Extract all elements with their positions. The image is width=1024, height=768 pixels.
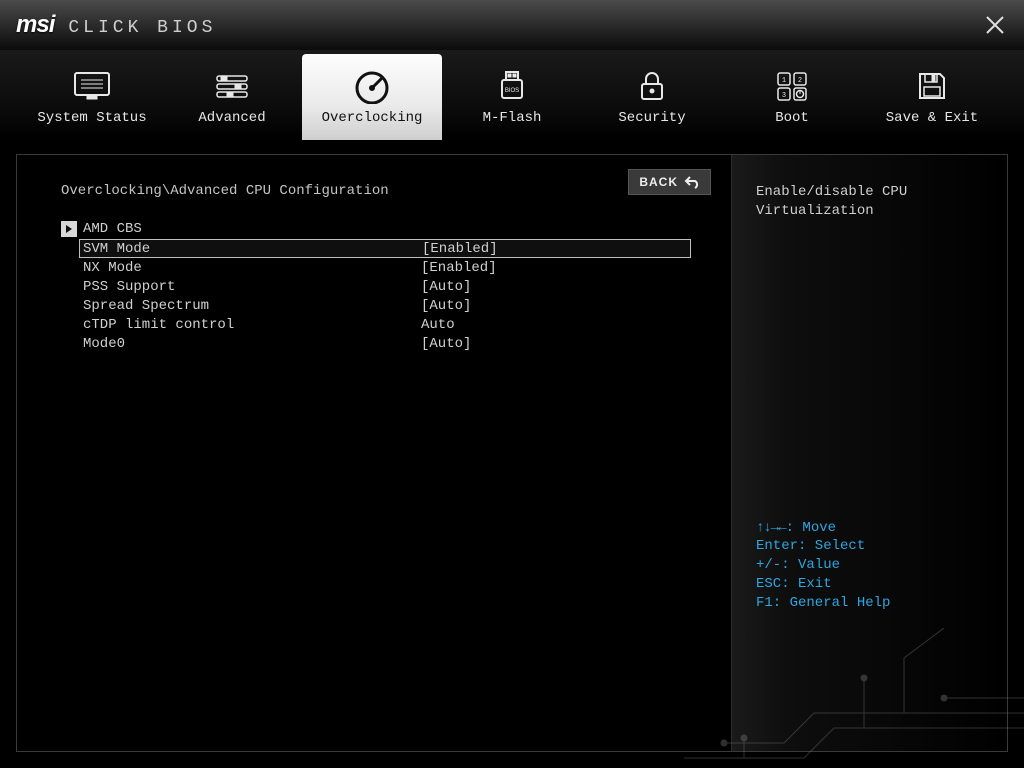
tab-overclocking[interactable]: Overclocking: [302, 54, 442, 140]
setting-name: cTDP limit control: [83, 317, 421, 333]
title-bar: msi CLICK BIOS: [0, 0, 1024, 50]
setting-value: [Auto]: [421, 298, 471, 314]
setting-name: SVM Mode: [83, 241, 422, 257]
tab-m-flash[interactable]: BIOS M-Flash: [442, 54, 582, 140]
sliders-icon: [211, 68, 253, 104]
main-panel: Overclocking\Advanced CPU Configuration …: [16, 154, 1008, 752]
setting-name: PSS Support: [83, 279, 421, 295]
settings-pane: Overclocking\Advanced CPU Configuration …: [17, 155, 731, 751]
arrows-icon: ↑↓→←: [756, 520, 786, 536]
hint-move: ↑↓→←: Move: [756, 519, 983, 538]
setting-value: [Enabled]: [421, 260, 497, 276]
setting-svm-mode[interactable]: SVM Mode [Enabled]: [79, 239, 691, 258]
svg-text:3: 3: [782, 92, 786, 100]
msi-logo: msi: [16, 11, 54, 39]
back-label: BACK: [639, 175, 678, 189]
hint-f1: F1: General Help: [756, 594, 983, 613]
settings-list: AMD CBS SVM Mode [Enabled] NX Mode [Enab…: [61, 221, 691, 353]
setting-name: Spread Spectrum: [83, 298, 421, 314]
tab-label: Save & Exit: [886, 110, 978, 126]
submenu-arrow-icon: [61, 221, 77, 237]
setting-nx-mode[interactable]: NX Mode [Enabled]: [61, 258, 691, 277]
help-line: Enable/disable CPU: [756, 183, 983, 202]
setting-value: Auto: [421, 317, 455, 333]
setting-name: NX Mode: [83, 260, 421, 276]
key-hints: ↑↓→←: Move Enter: Select +/-: Value ESC:…: [756, 519, 983, 613]
setting-pss-support[interactable]: PSS Support [Auto]: [61, 277, 691, 296]
help-line: Virtualization: [756, 202, 983, 221]
submenu-amd-cbs[interactable]: AMD CBS: [61, 221, 691, 237]
tab-boot[interactable]: 1 2 3 Boot: [722, 54, 862, 140]
setting-ctdp-limit-control[interactable]: cTDP limit control Auto: [61, 315, 691, 334]
help-text: Enable/disable CPU Virtualization: [756, 183, 983, 221]
hint-enter: Enter: Select: [756, 537, 983, 556]
setting-value: [Enabled]: [422, 241, 498, 257]
setting-value: [Auto]: [421, 336, 471, 352]
tab-label: M-Flash: [483, 110, 542, 126]
main-nav: System Status Advanced Overclocking BIOS…: [0, 50, 1024, 140]
tab-label: Boot: [775, 110, 809, 126]
hint-value: +/-: Value: [756, 556, 983, 575]
setting-name: Mode0: [83, 336, 421, 352]
monitor-list-icon: [71, 68, 113, 104]
tab-label: Security: [618, 110, 685, 126]
hint-esc: ESC: Exit: [756, 575, 983, 594]
back-button[interactable]: BACK: [628, 169, 711, 195]
usb-bios-icon: BIOS: [491, 68, 533, 104]
undo-arrow-icon: [684, 175, 700, 189]
tab-system-status[interactable]: System Status: [22, 54, 162, 140]
tab-advanced[interactable]: Advanced: [162, 54, 302, 140]
tab-save-exit[interactable]: Save & Exit: [862, 54, 1002, 140]
tab-label: System Status: [37, 110, 146, 126]
svg-text:1: 1: [782, 77, 786, 85]
floppy-icon: [911, 68, 953, 104]
close-button[interactable]: [984, 14, 1006, 36]
setting-spread-spectrum[interactable]: Spread Spectrum [Auto]: [61, 296, 691, 315]
app-title: CLICK BIOS: [68, 18, 216, 38]
keypad-power-icon: 1 2 3: [771, 68, 813, 104]
submenu-label: AMD CBS: [83, 221, 142, 237]
svg-text:2: 2: [798, 77, 802, 85]
setting-mode0[interactable]: Mode0 [Auto]: [61, 334, 691, 353]
breadcrumb: Overclocking\Advanced CPU Configuration: [61, 183, 691, 199]
lock-icon: [631, 68, 673, 104]
brand: msi CLICK BIOS: [16, 11, 216, 39]
tab-label: Advanced: [198, 110, 265, 126]
help-pane: Enable/disable CPU Virtualization ↑↓→←: …: [731, 155, 1007, 751]
close-icon: [984, 14, 1006, 36]
setting-value: [Auto]: [421, 279, 471, 295]
tab-security[interactable]: Security: [582, 54, 722, 140]
gauge-icon: [351, 68, 393, 104]
svg-text:BIOS: BIOS: [505, 88, 519, 94]
tab-label: Overclocking: [322, 110, 423, 126]
